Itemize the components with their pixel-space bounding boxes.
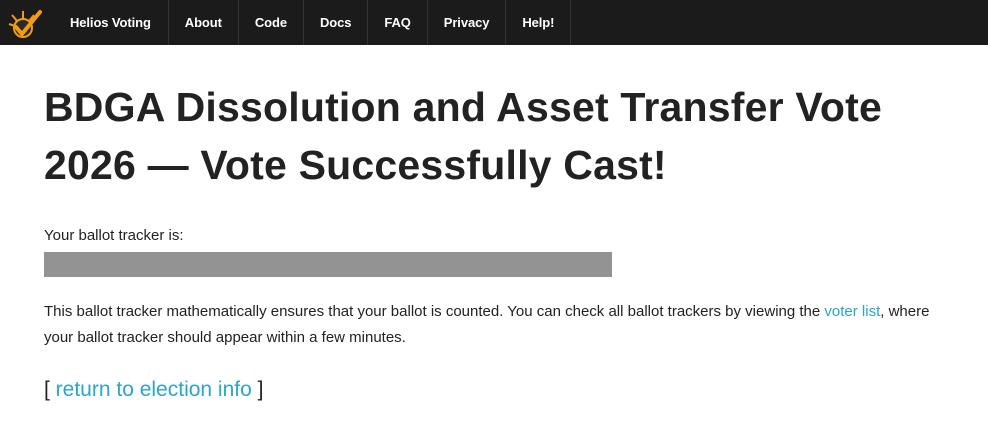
helios-logo[interactable] xyxy=(0,0,50,45)
return-to-election-line: [ return to election info ] xyxy=(44,375,944,405)
page-title-line2: 2026 — Vote Successfully Cast! xyxy=(44,142,667,188)
nav-item-docs[interactable]: Docs xyxy=(302,0,367,45)
ballot-tracker-label: Your ballot tracker is: xyxy=(44,227,184,244)
return-bracket-close: ] xyxy=(251,378,264,401)
nav-item-help[interactable]: Help! xyxy=(505,0,572,45)
helios-checkmark-logo-icon xyxy=(8,9,42,38)
voter-list-link[interactable]: voter list xyxy=(824,303,880,320)
info-text-before: This ballot tracker mathematically ensur… xyxy=(44,303,825,320)
ballot-tracker-redacted-value xyxy=(44,252,612,277)
return-to-election-info-link[interactable]: return to election info xyxy=(56,378,252,401)
page-title: BDGA Dissolution and Asset Transfer Vote… xyxy=(44,78,944,194)
nav-item-code[interactable]: Code xyxy=(237,0,303,45)
nav-brand-helios-voting[interactable]: Helios Voting xyxy=(50,0,168,45)
ballot-tracker-explanation: This ballot tracker mathematically ensur… xyxy=(44,299,954,351)
top-navbar: Helios Voting About Code Docs FAQ Privac… xyxy=(0,0,988,45)
nav-item-about[interactable]: About xyxy=(167,0,238,45)
return-bracket-open: [ xyxy=(44,378,56,401)
main-content: BDGA Dissolution and Asset Transfer Vote… xyxy=(0,78,988,405)
nav-item-privacy[interactable]: Privacy xyxy=(426,0,506,45)
page-title-line1: BDGA Dissolution and Asset Transfer Vote xyxy=(44,84,883,130)
nav-item-faq[interactable]: FAQ xyxy=(367,0,426,45)
